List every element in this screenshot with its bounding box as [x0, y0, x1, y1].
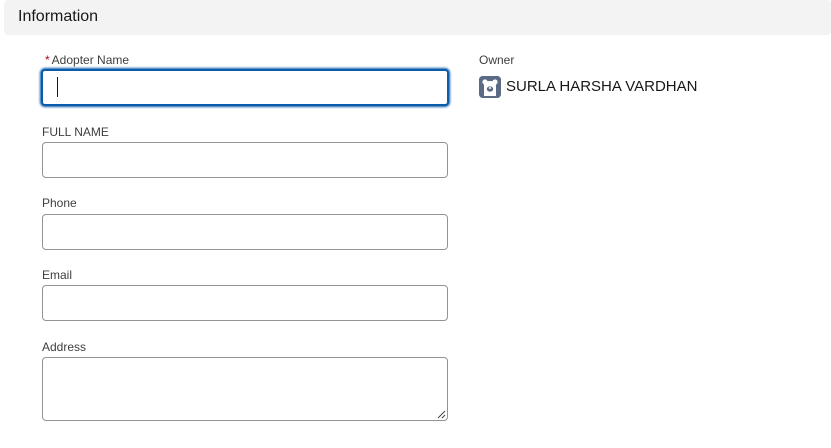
section-title: Information — [18, 8, 99, 25]
full-name-input[interactable] — [42, 142, 448, 178]
address-textarea[interactable] — [42, 357, 448, 421]
section-header-information[interactable]: Information — [4, 0, 831, 35]
bear-avatar-icon[interactable] — [479, 76, 501, 98]
owner-label: Owner — [479, 53, 515, 67]
address-label: Address — [42, 340, 87, 354]
adopter-name-input[interactable] — [41, 69, 449, 106]
adopter-name-label-text: Adopter Name — [51, 53, 130, 67]
phone-label: Phone — [42, 196, 77, 210]
email-label: Email — [42, 268, 73, 282]
full-name-label: FULL NAME — [42, 125, 109, 139]
owner-name-link[interactable]: SURLA HARSHA VARDHAN — [506, 78, 697, 95]
resize-handle-icon[interactable] — [437, 410, 446, 419]
text-cursor — [57, 77, 58, 97]
email-input[interactable] — [42, 285, 448, 321]
phone-input[interactable] — [42, 214, 448, 250]
required-indicator: * — [45, 53, 50, 67]
adopter-name-label: * Adopter Name — [45, 53, 129, 67]
